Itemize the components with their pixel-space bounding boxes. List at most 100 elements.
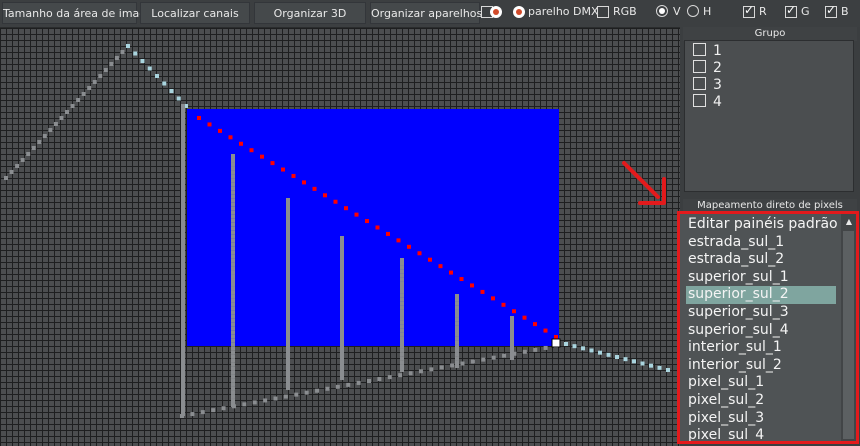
v-radio[interactable]: [656, 5, 668, 17]
pixel-marker: [162, 81, 167, 86]
pixel-marker: [181, 412, 185, 416]
pixel-marker: [231, 166, 235, 171]
pixel-marker: [231, 374, 235, 379]
pixel-canvas[interactable]: [0, 28, 680, 446]
mapping-list-item[interactable]: estrada_sul_2: [688, 251, 836, 269]
pixel-marker: [260, 154, 264, 159]
pixel-marker: [400, 297, 404, 302]
mapping-list-item[interactable]: superior_sul_2: [686, 286, 836, 304]
pixel-marker: [181, 380, 185, 384]
checkbox-icon[interactable]: [693, 43, 706, 56]
group-item[interactable]: 4: [693, 94, 722, 110]
mapping-list-item[interactable]: superior_sul_1: [688, 269, 836, 287]
pixel-marker: [181, 376, 185, 380]
pixel-marker: [286, 278, 290, 282]
pixel-marker: [181, 176, 185, 180]
r-label: R: [759, 5, 767, 18]
pixel-marker: [606, 352, 611, 357]
b-checkbox[interactable]: [825, 3, 837, 18]
pixel-marker: [4, 176, 8, 180]
pixel-marker: [377, 377, 382, 382]
pixel-marker: [286, 382, 290, 386]
pixel-marker: [340, 360, 344, 364]
mapping-list[interactable]: Editar painéis padrão estrada_sul_1 estrad…: [677, 211, 859, 444]
pixel-marker: [231, 346, 235, 351]
pixel-marker: [589, 348, 594, 353]
r-checkbox[interactable]: [743, 3, 755, 18]
pixel-marker: [286, 342, 290, 346]
mapping-list-item[interactable]: pixel_sul_3: [688, 410, 836, 428]
pixel-marker: [510, 340, 514, 344]
color-picker-icon[interactable]: [490, 6, 502, 18]
scroll-up-arrow-icon[interactable]: ▲: [844, 217, 854, 227]
checkbox-icon[interactable]: [693, 77, 706, 90]
pixel-marker: [231, 210, 235, 215]
pixel-marker: [398, 373, 403, 378]
pixel-marker: [512, 309, 516, 314]
scroll-thumb[interactable]: [843, 231, 854, 439]
locate-channels-button[interactable]: Localizar canais: [140, 2, 250, 24]
pixel-marker: [181, 116, 185, 120]
g-checkbox[interactable]: [785, 3, 797, 18]
pixel-marker: [65, 110, 69, 114]
pixel-marker: [181, 188, 185, 192]
scrollbar[interactable]: ▲: [841, 214, 856, 441]
h-radio[interactable]: [687, 5, 699, 17]
mapping-list-item[interactable]: pixel_sul_2: [688, 392, 836, 410]
mapping-list-item[interactable]: superior_sul_4: [688, 322, 836, 340]
pixel-marker: [510, 320, 514, 324]
mapping-list-item[interactable]: Editar painéis padrão: [688, 216, 838, 234]
pixel-marker: [181, 300, 185, 304]
pixel-marker: [48, 128, 53, 132]
pixel-marker: [70, 104, 75, 108]
pixel-marker: [340, 268, 344, 272]
checkbox-icon[interactable]: [693, 94, 706, 107]
pixel-marker: [294, 392, 299, 397]
pixel-marker: [181, 352, 185, 356]
pixel-marker: [181, 220, 185, 224]
pixel-marker: [231, 294, 235, 299]
pixel-marker: [155, 74, 159, 78]
image-area-size-button[interactable]: Tamanho da área de imagem: [2, 2, 164, 24]
organize-3d-button[interactable]: Organizar 3D: [254, 2, 366, 24]
pixel-marker: [231, 330, 235, 335]
pixel-marker: [340, 236, 344, 240]
group-item[interactable]: 1: [693, 43, 722, 59]
pixel-marker: [286, 270, 290, 274]
pixel-marker: [231, 170, 235, 175]
color-picker-icon[interactable]: [513, 6, 525, 18]
pixel-marker: [181, 384, 185, 388]
v-label: V: [673, 5, 681, 18]
pixel-marker: [286, 386, 290, 390]
checkbox-icon[interactable]: [693, 60, 706, 73]
pixel-marker: [181, 160, 185, 164]
pixel-marker: [455, 352, 459, 357]
pixel-marker: [510, 316, 514, 320]
mapping-list-item[interactable]: estrada_sul_1: [688, 234, 836, 252]
organize-devices-button[interactable]: Organizar aparelhos: [370, 2, 482, 24]
mapping-list-item[interactable]: superior_sul_3: [688, 304, 836, 322]
mapping-list-item[interactable]: pixel_sul_1: [688, 374, 836, 392]
pixel-marker: [286, 222, 290, 226]
mapping-list-item[interactable]: interior_sul_1: [688, 339, 836, 357]
rgb-checkbox[interactable]: [597, 6, 609, 18]
mapping-list-item[interactable]: interior_sul_2: [688, 357, 836, 375]
pixel-marker: [181, 364, 185, 368]
group-item[interactable]: 2: [693, 60, 722, 76]
pixel-marker: [181, 108, 185, 112]
pixel-marker: [181, 112, 185, 116]
pixel-marker: [510, 336, 514, 340]
pixel-marker: [20, 158, 25, 162]
pixel-marker: [81, 92, 86, 96]
pixel-marker: [340, 312, 344, 316]
pixel-marker: [181, 148, 185, 152]
pixel-marker: [231, 310, 235, 315]
pixel-marker: [231, 266, 235, 271]
pixel-marker: [455, 309, 459, 314]
group-item[interactable]: 3: [693, 77, 722, 93]
pixel-marker: [231, 334, 235, 339]
pixel-marker: [207, 122, 212, 127]
pixel-marker: [231, 338, 235, 343]
mapping-list-item[interactable]: pixel_sul_4: [688, 427, 836, 441]
pixel-marker: [231, 222, 235, 227]
